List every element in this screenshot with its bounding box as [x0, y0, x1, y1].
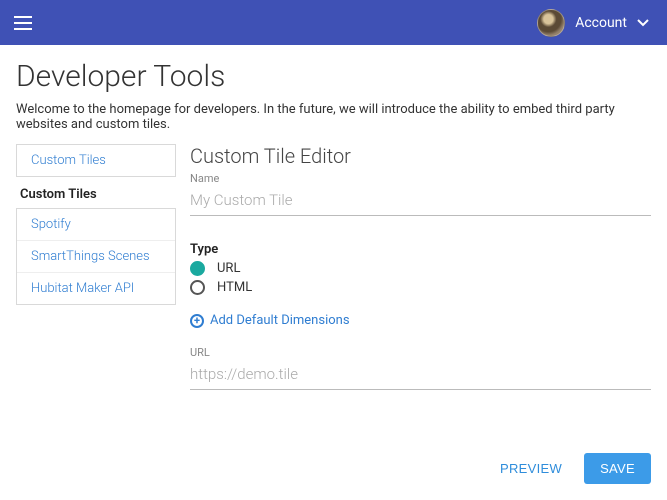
- sidebar-item-spotify[interactable]: Spotify: [17, 209, 175, 241]
- sidebar-item-smartthings[interactable]: SmartThings Scenes: [17, 241, 175, 273]
- sidebar: Custom Tiles Custom Tiles Spotify SmartT…: [16, 144, 176, 390]
- avatar: [537, 9, 565, 37]
- type-label: Type: [190, 242, 651, 257]
- url-label: URL: [190, 346, 651, 359]
- chevron-down-icon: [637, 16, 649, 30]
- editor-panel: Custom Tile Editor Name Type URL HTML + …: [190, 144, 651, 390]
- add-default-dimensions-label: Add Default Dimensions: [210, 313, 350, 328]
- radio-unselected-icon: [190, 280, 205, 295]
- sidebar-section-label: Custom Tiles: [16, 177, 176, 208]
- type-option-url[interactable]: URL: [190, 261, 651, 276]
- url-input[interactable]: [190, 359, 651, 390]
- sidebar-list: Spotify SmartThings Scenes Hubitat Maker…: [16, 208, 176, 305]
- page-body: Developer Tools Welcome to the homepage …: [0, 45, 667, 390]
- account-label: Account: [575, 15, 627, 31]
- type-option-html[interactable]: HTML: [190, 280, 651, 295]
- radio-selected-icon: [190, 261, 205, 276]
- type-option-html-label: HTML: [217, 280, 252, 295]
- plus-circle-icon: +: [190, 314, 204, 328]
- save-button[interactable]: SAVE: [584, 453, 651, 484]
- page-intro: Welcome to the homepage for developers. …: [16, 102, 651, 132]
- preview-button[interactable]: PREVIEW: [488, 453, 574, 484]
- editor-title: Custom Tile Editor: [190, 144, 651, 168]
- name-label: Name: [190, 172, 651, 185]
- sidebar-item-hubitat[interactable]: Hubitat Maker API: [17, 273, 175, 304]
- top-bar: Account: [0, 0, 667, 45]
- page-title: Developer Tools: [16, 59, 651, 94]
- menu-icon[interactable]: [14, 16, 32, 30]
- account-menu[interactable]: Account: [537, 9, 649, 37]
- sidebar-nav-custom-tiles[interactable]: Custom Tiles: [16, 144, 176, 177]
- add-default-dimensions[interactable]: + Add Default Dimensions: [190, 313, 651, 328]
- type-option-url-label: URL: [217, 261, 240, 276]
- name-input[interactable]: [190, 185, 651, 216]
- footer-actions: PREVIEW SAVE: [488, 453, 651, 484]
